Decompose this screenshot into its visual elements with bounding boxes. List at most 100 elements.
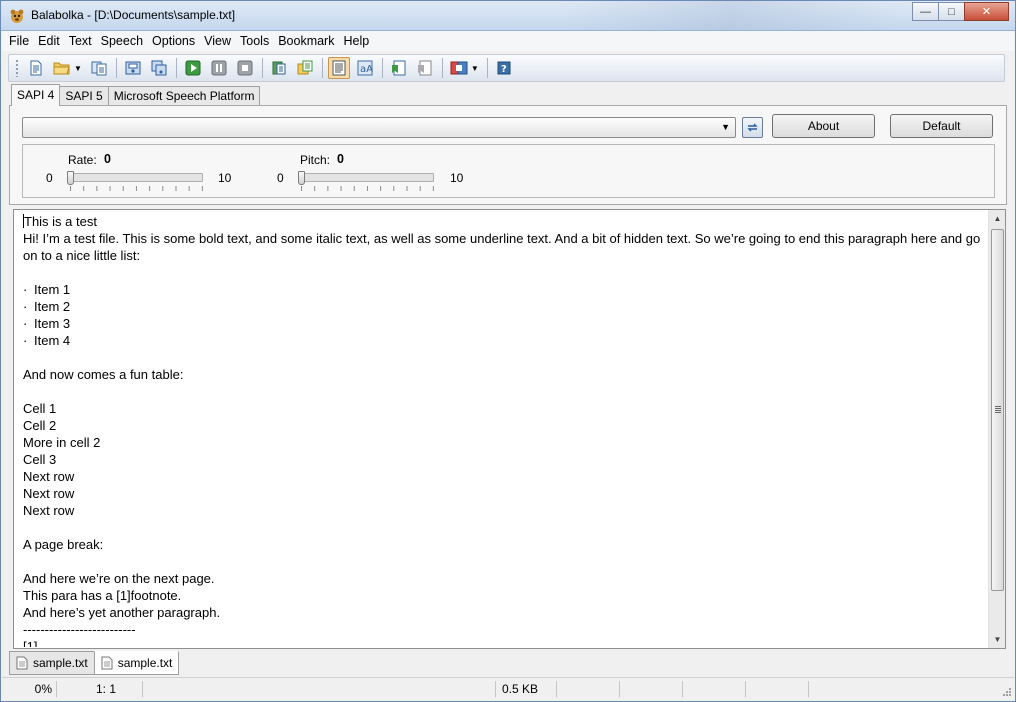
- menu-bar: File Edit Text Speech Options View Tools…: [2, 31, 1014, 51]
- engine-tabs: SAPI 4 SAPI 5 Microsoft Speech Platform: [11, 84, 261, 106]
- editor-content[interactable]: This is a test Hi! I’m a test file. This…: [23, 213, 983, 647]
- resize-grip-icon[interactable]: [1002, 687, 1012, 697]
- bullet-marker: ·: [23, 282, 28, 297]
- menu-bookmark[interactable]: Bookmark: [278, 34, 341, 48]
- scroll-up-icon[interactable]: ▲: [989, 210, 1006, 227]
- read-files-icon[interactable]: [294, 57, 316, 79]
- status-empty-cell: [146, 681, 496, 697]
- play-icon[interactable]: [182, 57, 204, 79]
- pitch-label: Pitch:: [300, 153, 331, 167]
- text-editor[interactable]: This is a test Hi! I’m a test file. This…: [13, 209, 1006, 649]
- tab-sapi4[interactable]: SAPI 4: [11, 84, 61, 106]
- title-bar-background: [561, 1, 901, 31]
- new-document-icon[interactable]: [25, 57, 47, 79]
- list-item: · Item 4: [23, 333, 71, 348]
- rate-slider-thumb[interactable]: [67, 171, 74, 185]
- rate-slider[interactable]: [67, 171, 203, 185]
- default-button[interactable]: Default: [890, 114, 993, 138]
- rate-ticks: [70, 186, 204, 191]
- menu-text[interactable]: Text: [69, 34, 99, 48]
- list-item: · Item 1: [23, 282, 71, 297]
- scrollbar-thumb[interactable]: [991, 229, 1004, 591]
- editor-line: [1]: [23, 639, 38, 647]
- save-audio-icon[interactable]: [122, 57, 144, 79]
- editor-scrollbar[interactable]: ▲ ▼: [988, 210, 1005, 648]
- document-icon: [16, 656, 28, 670]
- close-button[interactable]: ✕: [964, 2, 1009, 21]
- bullet-marker: ·: [23, 316, 28, 331]
- voice-dropdown-icon[interactable]: ▼: [471, 64, 479, 73]
- window-controls: — □ ✕: [912, 2, 1009, 21]
- refresh-voices-button[interactable]: [742, 117, 763, 138]
- tab-microsoft-speech-platform[interactable]: Microsoft Speech Platform: [107, 86, 261, 106]
- about-button[interactable]: About: [772, 114, 875, 138]
- pitch-slider[interactable]: [298, 171, 434, 185]
- chevron-down-icon[interactable]: ▼: [721, 122, 730, 132]
- toolbar-separator: [261, 58, 263, 78]
- menu-edit[interactable]: Edit: [38, 34, 67, 48]
- help-icon[interactable]: ?: [493, 57, 515, 79]
- pitch-slider-thumb[interactable]: [298, 171, 305, 185]
- status-cell: [749, 681, 809, 697]
- editor-line: Cell 3: [23, 452, 57, 467]
- document-icon: [101, 656, 113, 670]
- document-tab-active[interactable]: sample.txt: [93, 651, 180, 675]
- text-format-icon[interactable]: [327, 57, 350, 79]
- bookmark-add-icon[interactable]: [388, 57, 410, 79]
- editor-line: Next row: [23, 469, 75, 484]
- sliders-group: Rate: 0 0 10 Pitch: 0 0 10: [22, 144, 995, 198]
- stop-icon[interactable]: [234, 57, 256, 79]
- voice-select[interactable]: ▼: [22, 117, 736, 138]
- toolbar-separator: [321, 58, 323, 78]
- pitch-ticks: [301, 186, 435, 191]
- pitch-value: 0: [337, 152, 344, 166]
- font-icon[interactable]: aA: [354, 57, 376, 79]
- status-file-size: 0.5 KB: [499, 681, 557, 697]
- save-icon[interactable]: [88, 57, 110, 79]
- editor-line: [23, 553, 983, 570]
- menu-options[interactable]: Options: [152, 34, 202, 48]
- pause-icon[interactable]: [208, 57, 230, 79]
- status-cell: [686, 681, 746, 697]
- bullet-marker: ·: [23, 299, 28, 314]
- editor-line: [23, 264, 983, 281]
- minimize-button[interactable]: —: [912, 2, 939, 21]
- menu-help[interactable]: Help: [343, 34, 376, 48]
- scroll-down-icon[interactable]: ▼: [989, 631, 1006, 648]
- menu-speech[interactable]: Speech: [101, 34, 150, 48]
- tab-sapi5[interactable]: SAPI 5: [59, 86, 109, 106]
- list-item: · Item 3: [23, 316, 71, 331]
- editor-line: A page break:: [23, 537, 104, 552]
- editor-line: Next row: [23, 503, 75, 518]
- editor-line: More in cell 2: [23, 435, 101, 450]
- editor-line: This is a test: [23, 214, 97, 229]
- save-audio-split-icon[interactable]: [148, 57, 170, 79]
- menu-view[interactable]: View: [204, 34, 238, 48]
- editor-line: And here’s yet another paragraph.: [23, 605, 221, 620]
- editor-line: This para has a [1]footnote.: [23, 588, 182, 603]
- read-clipboard-icon[interactable]: [268, 57, 290, 79]
- toolbar-separator: [175, 58, 177, 78]
- maximize-button[interactable]: □: [938, 2, 965, 21]
- open-folder-icon[interactable]: [51, 57, 73, 79]
- editor-line: Cell 1: [23, 401, 57, 416]
- menu-tools[interactable]: Tools: [240, 34, 276, 48]
- status-cursor-position: 1: 1: [60, 681, 143, 697]
- svg-text:?: ?: [501, 64, 507, 75]
- pitch-min: 0: [277, 171, 284, 185]
- editor-line: And here we’re on the next page.: [23, 571, 215, 586]
- document-tab-label: sample.txt: [33, 656, 88, 670]
- balabolka-app-icon: [10, 9, 24, 23]
- open-dropdown-icon[interactable]: ▼: [74, 64, 82, 73]
- toolbar-separator: [486, 58, 488, 78]
- balabolka-window: Balabolka - [D:\Documents\sample.txt] — …: [0, 0, 1016, 702]
- document-tab-label: sample.txt: [117, 656, 173, 670]
- toolbar-grip[interactable]: [15, 59, 19, 77]
- rate-max: 10: [218, 171, 232, 185]
- bookmark-remove-icon[interactable]: [414, 57, 436, 79]
- rate-label: Rate:: [68, 153, 97, 167]
- document-tab[interactable]: sample.txt: [9, 651, 95, 675]
- voice-icon[interactable]: [448, 57, 470, 79]
- menu-file[interactable]: File: [9, 34, 36, 48]
- status-bar: 0% 1: 1 0.5 KB: [2, 677, 1014, 699]
